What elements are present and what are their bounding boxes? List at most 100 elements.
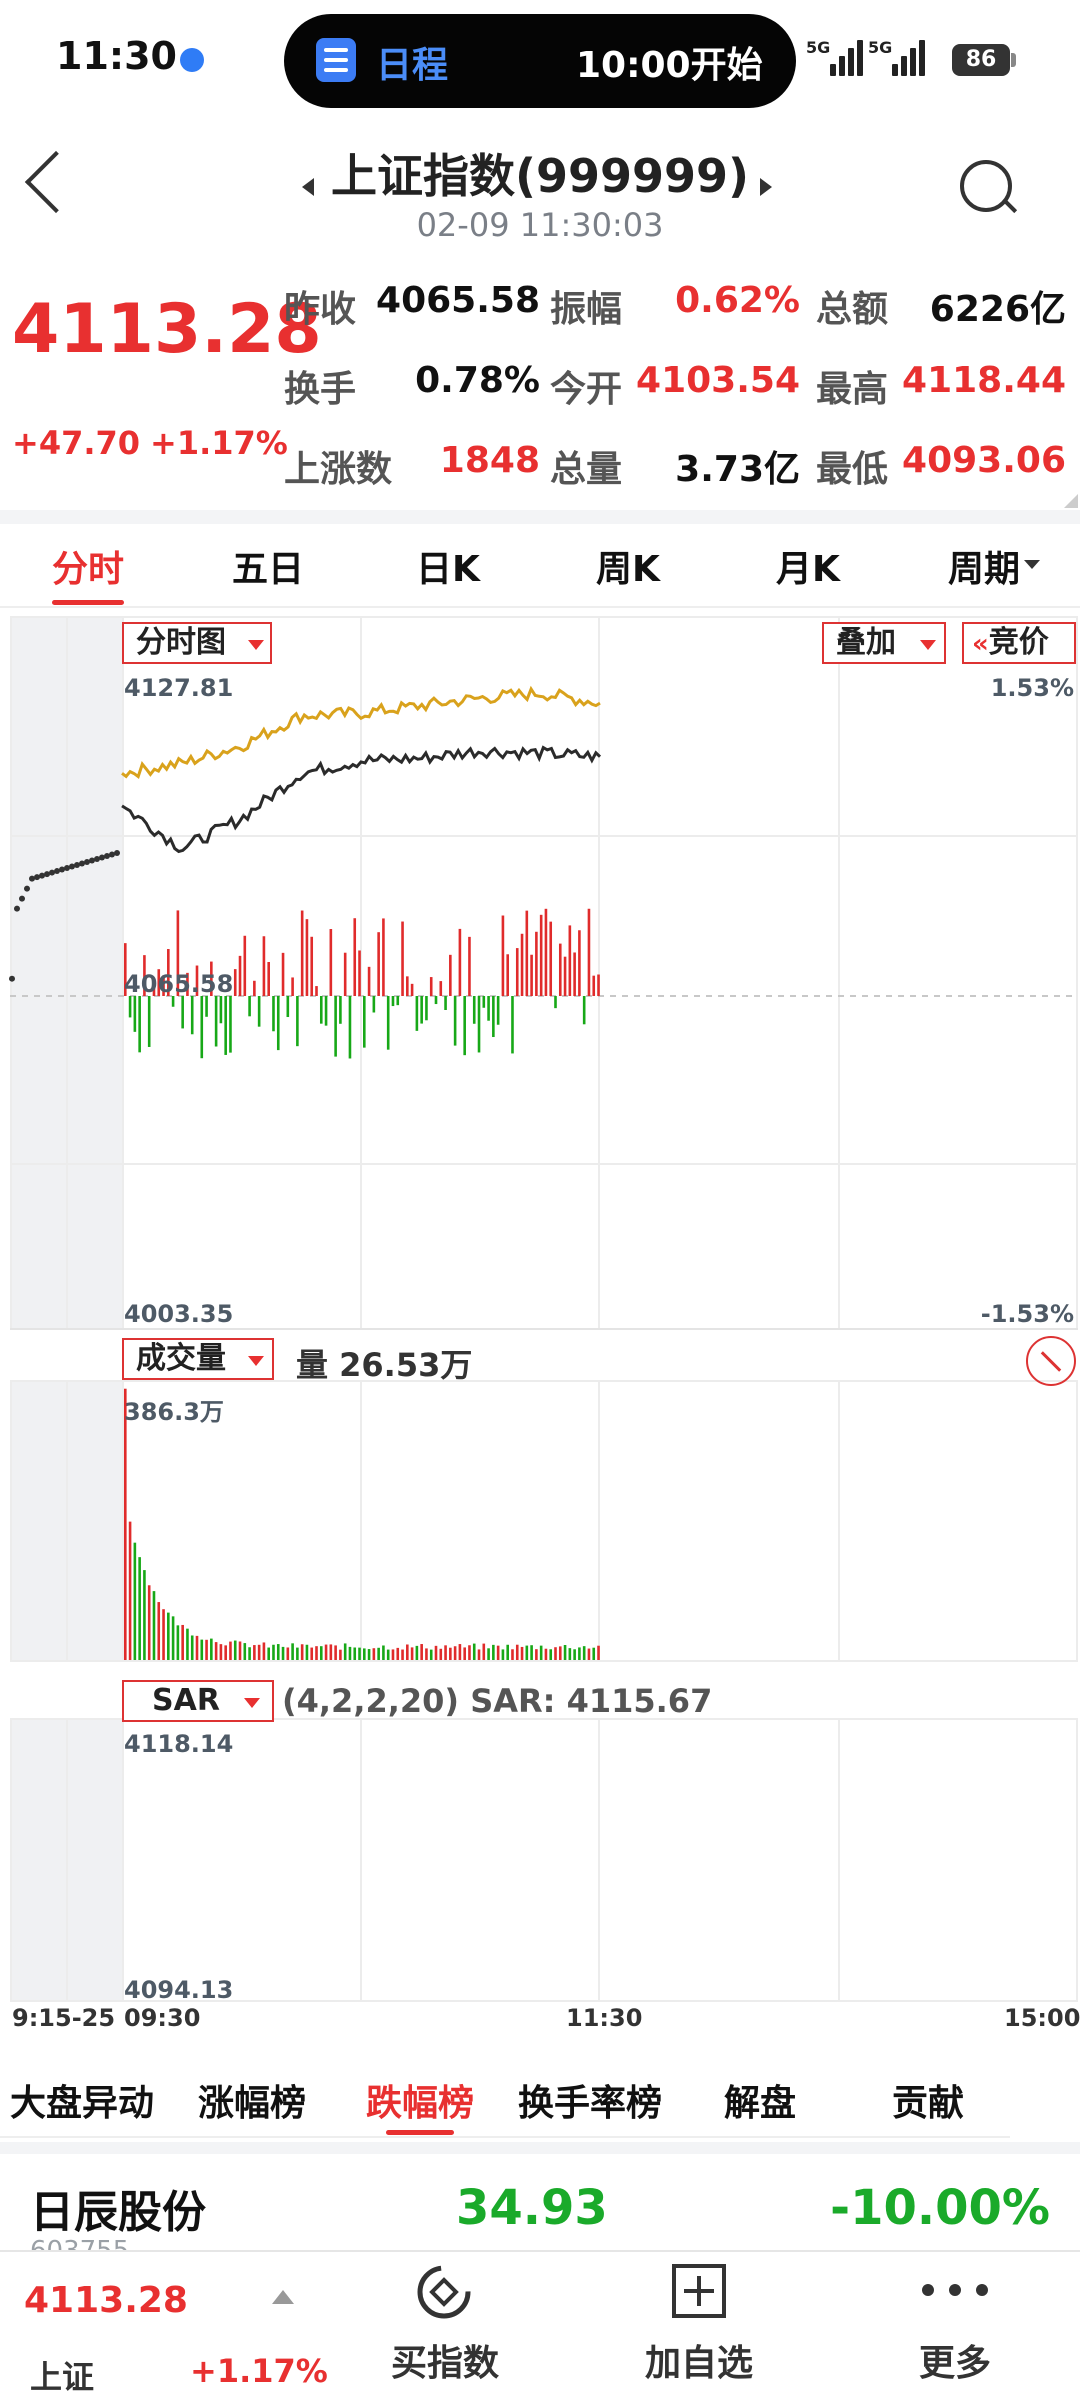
volume-bar <box>157 1602 161 1660</box>
pct-min-label: -1.53% <box>980 1300 1074 1328</box>
pre-market-point <box>114 850 120 857</box>
sar-max-label: 4118.14 <box>124 1730 234 1758</box>
chevron-down-icon <box>248 1356 264 1366</box>
down-bar <box>434 996 438 1005</box>
up-bar <box>544 908 548 996</box>
pct-max-label: 1.53% <box>990 674 1074 702</box>
ranking-tab-0[interactable]: 大盘异动 <box>0 2074 172 2126</box>
up-bar <box>305 919 309 996</box>
ranking-tab-3[interactable]: 换手率榜 <box>500 2074 680 2126</box>
x-label-open: 09:30 <box>124 2004 201 2032</box>
down-bar <box>276 996 280 1051</box>
up-bar <box>343 952 347 996</box>
volume-bar <box>257 1644 261 1660</box>
volume-bar <box>138 1557 141 1660</box>
volume-bar <box>444 1645 447 1660</box>
mini-price: 4113.28 <box>24 2280 188 2321</box>
volume-bar <box>558 1646 562 1660</box>
ranking-tab-4[interactable]: 解盘 <box>670 2074 850 2126</box>
volume-bar <box>367 1649 371 1660</box>
volume-bar <box>597 1645 600 1660</box>
down-bar <box>147 996 151 1047</box>
up-bar <box>578 930 581 996</box>
volume-bar <box>472 1643 476 1660</box>
auction-button[interactable]: «竞价 <box>962 622 1076 664</box>
up-bar <box>410 983 414 996</box>
stock-price: 34.93 <box>456 2180 608 2236</box>
down-bar <box>582 996 586 1025</box>
up-bar <box>367 966 371 996</box>
chevron-down-icon <box>920 640 936 650</box>
volume-bar <box>195 1635 199 1660</box>
down-bar <box>181 996 184 1029</box>
down-bar <box>496 996 500 1025</box>
chevron-down-icon <box>244 1698 260 1708</box>
down-bar <box>420 996 423 1024</box>
up-bar <box>458 928 462 996</box>
down-bar <box>324 996 328 1026</box>
up-bar <box>238 955 242 996</box>
up-bar <box>243 935 247 996</box>
volume-bar <box>429 1649 433 1660</box>
up-bar <box>233 969 237 996</box>
volume-bar <box>276 1644 280 1660</box>
volume-bar <box>334 1645 337 1660</box>
volume-bar <box>152 1591 156 1660</box>
chart-type-label: 分时图 <box>136 625 226 660</box>
volume-max-label: 386.3万 <box>124 1398 224 1426</box>
up-bar <box>506 954 509 996</box>
up-bar <box>558 943 562 996</box>
up-bar <box>563 956 567 996</box>
indicator-selector-label: SAR <box>152 1683 220 1718</box>
more-icon <box>922 2284 988 2296</box>
caret-up-icon <box>272 2290 294 2304</box>
volume-bar <box>162 1609 165 1660</box>
volume-bar <box>539 1645 543 1660</box>
ranking-tab-2[interactable]: 跌幅榜 <box>330 2074 510 2126</box>
volume-bar <box>296 1647 299 1660</box>
pre-market-point <box>9 975 15 982</box>
overlay-label: 叠加 <box>836 625 896 660</box>
up-bar <box>267 962 270 996</box>
up-bar <box>353 918 357 996</box>
up-bar <box>520 933 524 996</box>
ranking-tab-5[interactable]: 贡献 <box>838 2074 1018 2126</box>
up-bar <box>406 976 409 996</box>
volume-bar <box>410 1647 414 1660</box>
pre-market-point <box>19 895 25 902</box>
volume-bar <box>501 1649 505 1660</box>
volume-bar <box>339 1649 342 1660</box>
volume-bar <box>171 1616 175 1660</box>
volume-bar <box>425 1648 428 1660</box>
volume-bar <box>210 1638 213 1660</box>
ranking-tab-1[interactable]: 涨幅榜 <box>162 2074 342 2126</box>
down-bar <box>391 996 395 1007</box>
volume-bar <box>353 1647 357 1660</box>
up-bar <box>329 929 333 996</box>
y-mid-label: 4065.58 <box>124 970 234 998</box>
add-watchlist-label: 加自选 <box>644 2343 753 2384</box>
intraday-chart[interactable] <box>0 0 1080 2030</box>
volume-bar <box>315 1646 318 1660</box>
down-bar <box>128 996 132 1018</box>
volume-bar <box>587 1648 591 1660</box>
volume-bar <box>458 1644 462 1660</box>
add-watchlist-icon <box>672 2264 726 2318</box>
up-bar <box>253 980 256 996</box>
up-bar <box>262 936 266 996</box>
volume-bar <box>147 1585 151 1660</box>
down-bar <box>453 996 457 1046</box>
volume-bar <box>200 1639 204 1660</box>
down-bar <box>200 996 204 1059</box>
volume-bar <box>530 1645 533 1660</box>
volume-bar <box>243 1643 247 1660</box>
down-bar <box>214 996 218 1047</box>
fullscreen-icon[interactable] <box>1026 1336 1076 1386</box>
volume-bar <box>214 1642 218 1660</box>
volume-bar <box>319 1646 323 1660</box>
volume-bar <box>449 1647 452 1660</box>
up-bar <box>310 936 314 996</box>
up-bar <box>573 952 576 996</box>
volume-bar <box>300 1644 304 1660</box>
down-bar <box>219 996 223 1024</box>
